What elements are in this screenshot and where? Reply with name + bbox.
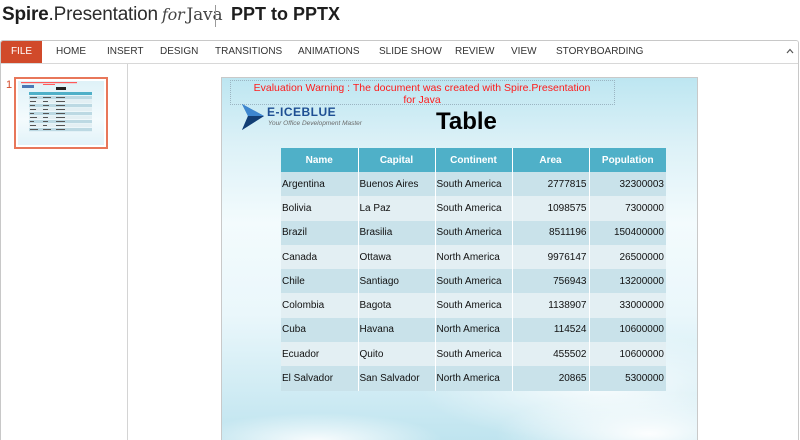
title-divider <box>215 5 216 27</box>
cell-population: 150400000 <box>589 220 666 245</box>
cell-name: Colombia <box>281 293 359 318</box>
thumbnail-preview <box>18 81 104 145</box>
cell-continent: South America <box>435 196 513 221</box>
cell-capital: Bagota <box>358 293 436 318</box>
thumbnail-number: 1 <box>6 79 13 91</box>
slide-canvas[interactable]: Evaluation Warning : The document was cr… <box>221 77 698 440</box>
cell-area: 20865 <box>512 366 590 391</box>
cell-area: 1098575 <box>512 196 590 221</box>
tab-file[interactable]: FILE <box>1 41 42 63</box>
warning-line-1: Evaluation Warning : The document was cr… <box>253 82 591 94</box>
column-header-continent: Continent <box>435 148 513 172</box>
cell-population: 32300003 <box>589 172 666 197</box>
cell-name: Ecuador <box>281 342 359 367</box>
chevron-up-icon[interactable] <box>786 47 794 55</box>
cell-continent: South America <box>435 269 513 294</box>
cell-continent: South America <box>435 172 513 197</box>
table-row: El Salvador San Salvador North America 2… <box>281 366 666 391</box>
cell-name: Brazil <box>281 220 359 245</box>
column-header-area: Area <box>512 148 590 172</box>
slide-thumbnail[interactable] <box>14 77 108 149</box>
tab-review[interactable]: REVIEW <box>455 41 494 63</box>
brand-for: for <box>161 5 185 24</box>
cell-population: 7300000 <box>589 196 666 221</box>
column-header-population: Population <box>589 148 666 172</box>
tab-transitions[interactable]: TRANSITIONS <box>215 41 282 63</box>
cell-capital: Brasilia <box>358 220 436 245</box>
column-header-name: Name <box>281 148 359 172</box>
tab-animations[interactable]: ANIMATIONS <box>298 41 359 63</box>
cell-name: Canada <box>281 244 359 270</box>
slide-title[interactable]: Table <box>436 108 497 136</box>
cell-capital: San Salvador <box>358 366 436 391</box>
cell-capital: Ottawa <box>358 244 436 270</box>
cell-capital: Santiago <box>358 269 436 294</box>
cell-continent: South America <box>435 293 513 318</box>
column-header-capital: Capital <box>358 148 436 172</box>
ribbon-tab-bar: FILE HOME INSERT DESIGN TRANSITIONS ANIM… <box>1 41 798 64</box>
company-logo: E-ICEBLUE Your Office Development Master <box>240 102 390 136</box>
table-row: Argentina Buenos Aires South America 277… <box>281 172 666 197</box>
cell-area: 756943 <box>512 269 590 294</box>
cell-population: 10600000 <box>589 317 666 343</box>
cell-continent: North America <box>435 244 513 270</box>
cell-area: 8511196 <box>512 220 590 245</box>
table-row: Canada Ottawa North America 9976147 2650… <box>281 244 666 270</box>
cell-name: El Salvador <box>281 366 359 391</box>
eiceblue-logo-icon <box>242 104 264 130</box>
slide-editor[interactable]: Evaluation Warning : The document was cr… <box>128 64 798 440</box>
table-row: Colombia Bagota South America 1138907 33… <box>281 293 666 318</box>
table-row: Bolivia La Paz South America 1098575 730… <box>281 196 666 221</box>
cell-continent: South America <box>435 220 513 245</box>
cell-area: 455502 <box>512 342 590 367</box>
country-table[interactable]: Name Capital Continent Area Population A… <box>281 148 666 391</box>
cell-capital: La Paz <box>358 196 436 221</box>
cell-name: Bolivia <box>281 196 359 221</box>
thumbnail-preview-graphic <box>21 82 92 132</box>
cell-area: 114524 <box>512 317 590 343</box>
tab-design[interactable]: DESIGN <box>160 41 198 63</box>
tab-storyboarding[interactable]: STORYBOARDING <box>556 41 643 63</box>
cell-continent: North America <box>435 317 513 343</box>
cell-name: Argentina <box>281 172 359 197</box>
table-row: Brazil Brasilia South America 8511196 15… <box>281 220 666 245</box>
table-row: Chile Santiago South America 756943 1320… <box>281 269 666 294</box>
brand-name-light: .Presentation <box>48 4 159 25</box>
slide-thumbnail-pane[interactable]: 1 <box>1 64 128 440</box>
brand-logo: Spire.Presentation for Java <box>2 4 223 28</box>
table-header-row: Name Capital Continent Area Population <box>281 148 666 172</box>
cell-population: 13200000 <box>589 269 666 294</box>
page-title: PPT to PPTX <box>231 4 341 24</box>
cell-capital: Buenos Aires <box>358 172 436 197</box>
title-bar: Spire.Presentation for Java PPT to PPTX <box>0 0 800 40</box>
cell-population: 33000000 <box>589 293 666 318</box>
cell-population: 10600000 <box>589 342 666 367</box>
logo-tagline: Your Office Development Master <box>268 120 362 127</box>
cell-capital: Quito <box>358 342 436 367</box>
brand-java: Java <box>186 5 223 25</box>
cell-area: 1138907 <box>512 293 590 318</box>
cell-name: Cuba <box>281 317 359 343</box>
table-row: Ecuador Quito South America 455502 10600… <box>281 342 666 367</box>
presentation-app-window: FILE HOME INSERT DESIGN TRANSITIONS ANIM… <box>0 40 799 440</box>
cell-name: Chile <box>281 269 359 294</box>
cell-population: 5300000 <box>589 366 666 391</box>
cell-capital: Havana <box>358 317 436 343</box>
cell-area: 2777815 <box>512 172 590 197</box>
cell-continent: North America <box>435 366 513 391</box>
cell-continent: South America <box>435 342 513 367</box>
tab-insert[interactable]: INSERT <box>107 41 144 63</box>
tab-home[interactable]: HOME <box>56 41 86 63</box>
table-row: Cuba Havana North America 114524 1060000… <box>281 317 666 343</box>
cell-population: 26500000 <box>589 244 666 270</box>
cell-area: 9976147 <box>512 244 590 270</box>
logo-name: E-ICEBLUE <box>267 105 337 119</box>
brand-name-strong: Spire <box>2 4 49 25</box>
tab-view[interactable]: VIEW <box>511 41 537 63</box>
tab-slide-show[interactable]: SLIDE SHOW <box>379 41 442 63</box>
